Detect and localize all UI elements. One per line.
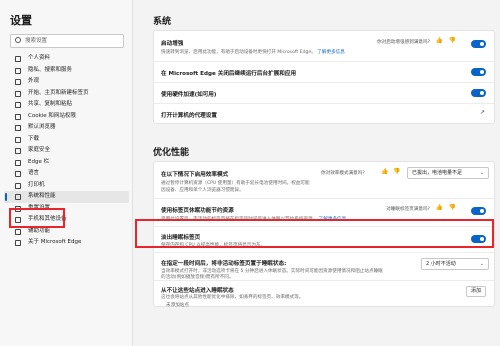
efficiency-dropdown-value: 已拔出，电池电量不足: [412, 170, 463, 176]
section-title-performance: 优化性能: [153, 148, 190, 158]
never-sleep-empty: 未添加站点: [166, 303, 189, 308]
efficiency-label: 在以下情况下启用效率模式: [161, 172, 229, 178]
sleeping-tabs-label: 使用标签页休眠功能节约资源: [161, 208, 234, 214]
sidebar-item-label: 个人资料: [28, 55, 51, 61]
external-link-icon[interactable]: ↗: [480, 109, 485, 116]
sidebar-item-share-copy[interactable]: 共享、复制和粘贴: [4, 99, 129, 111]
sidebar-item-about[interactable]: 关于 Microsoft Edge: [4, 237, 129, 249]
section-title-system: 系统: [153, 17, 172, 27]
sidebar-item-label: 开始、主页和新建标签页: [28, 89, 89, 96]
chevron-down-icon: ⌄: [479, 170, 484, 176]
sidebar-item-label: 家庭安全: [28, 147, 51, 153]
search-icon: [15, 37, 21, 43]
sidebar-item-label: Cookie 和网站权限: [28, 112, 76, 119]
sidebar-item-privacy[interactable]: 隐私、搜索和服务: [4, 65, 129, 77]
sidebar-item-default-browser[interactable]: 默认浏览器: [4, 122, 129, 134]
thumbs-down-icon[interactable]: 👎: [393, 168, 400, 175]
lock-icon: [15, 67, 21, 74]
search-placeholder: 搜索设置: [25, 38, 48, 44]
startup-boost-feedback: 你对启动增强感到满意吗?: [377, 40, 430, 45]
thumbs-down-icon[interactable]: 👎: [449, 37, 456, 44]
inactive-sleep-row: 在指定一段时间后，将非活动标签页置于睡眠状态: 当效率模式打开时，非活动选项卡将…: [154, 252, 494, 280]
settings-sidebar: 设置 搜索设置 个人资料 隐私、搜索和服务 外观 开始、主页和新建标签页 共享、…: [0, 0, 133, 346]
startup-boost-toggle[interactable]: [471, 40, 486, 48]
sidebar-item-edge-bar[interactable]: Edge 栏: [4, 157, 129, 169]
highlight-box-inactive-sleep: [135, 219, 494, 248]
startup-boost-learn-more-link[interactable]: 了解更多信息: [317, 50, 345, 55]
thumbs-up-icon[interactable]: 👍: [436, 204, 443, 211]
add-site-button[interactable]: 添加: [465, 286, 486, 297]
search-input[interactable]: 搜索设置: [10, 34, 124, 48]
sidebar-item-downloads[interactable]: 下载: [4, 134, 129, 146]
hardware-row: 使用硬件加速(如可用): [154, 82, 494, 103]
thumbs-up-icon[interactable]: 👍: [381, 168, 388, 175]
sidebar-item-start-home[interactable]: 开始、主页和新建标签页: [4, 88, 129, 100]
accessibility-icon: [15, 228, 21, 235]
sidebar-item-profile[interactable]: 个人资料: [4, 53, 129, 65]
download-icon: [15, 136, 21, 143]
sidebar-item-family[interactable]: 家庭安全: [4, 145, 129, 157]
sidebar-item-label: 系统和性能: [28, 193, 56, 199]
background-label: 在 Microsoft Edge 关闭后继续运行后台扩展和应用: [161, 71, 297, 77]
profile-icon: [15, 56, 21, 62]
thumbs-up-icon[interactable]: 👍: [436, 37, 443, 44]
sleeping-tabs-toggle[interactable]: [471, 207, 486, 215]
cookie-icon: [15, 113, 21, 120]
edge-logo-icon: [15, 240, 21, 246]
browser-icon: [15, 125, 21, 131]
never-sleep-desc: 这也会将站点从其他性能优化中排除，如丢弃的标签页、效率模式等。: [161, 295, 304, 300]
sidebar-item-label: 下载: [28, 135, 40, 142]
sidebar-item-label: 隐私、搜索和服务: [28, 66, 73, 73]
edge-bar-icon: [15, 159, 21, 166]
sidebar-item-label: 外观: [28, 78, 40, 84]
sidebar-item-system[interactable]: 系统和性能: [4, 191, 129, 203]
never-sleep-label: 从不让这些站点进入睡眠状态: [161, 288, 234, 294]
highlight-box-sidebar: [9, 208, 65, 228]
sidebar-item-appearance[interactable]: 外观: [4, 76, 129, 88]
printer-icon: [15, 182, 21, 189]
sidebar-item-languages[interactable]: 语言: [4, 168, 129, 180]
efficiency-desc-1: 通过暂停计算机资源（CPU 使用量）有助于延长电池使用时间。权益可能: [161, 181, 310, 186]
chevron-down-icon: ⌄: [479, 261, 484, 267]
inactive-sleep-dropdown-value: 2 小时不活动: [426, 261, 456, 267]
background-row: 在 Microsoft Edge 关闭后继续运行后台扩展和应用: [154, 61, 494, 82]
sidebar-item-label: 默认浏览器: [28, 124, 56, 130]
inactive-sleep-label: 在指定一段时间后，将非活动标签页置于睡眠状态:: [161, 261, 287, 267]
main-content: 系统 启动增强 快速转到浏览、启用此功能，有助于启动设备时更快打开 Micros…: [133, 0, 500, 346]
efficiency-dropdown[interactable]: 已拔出，电池电量不足 ⌄: [407, 167, 489, 179]
home-icon: [15, 90, 21, 97]
sleeping-tabs-feedback: 对睡眠标签页满意吗?: [386, 207, 430, 212]
efficiency-row: 在以下情况下启用效率模式 通过暂停计算机资源（CPU 使用量）有助于延长电池使用…: [154, 162, 494, 198]
sidebar-item-label: 关于 Microsoft Edge: [28, 239, 82, 245]
startup-boost-desc: 快速转到浏览、启用此功能，有助于启动设备时更快打开 Microsoft Edge…: [161, 50, 316, 55]
sidebar-item-label: 语言: [28, 170, 40, 176]
startup-boost-label: 启动增强: [161, 41, 184, 47]
never-sleep-row: 从不让这些站点进入睡眠状态 这也会将站点从其他性能优化中排除，如丢弃的标签页、效…: [154, 280, 494, 308]
sidebar-item-label: Edge 栏: [28, 158, 50, 165]
sidebar-item-cookies[interactable]: Cookie 和网站权限: [4, 111, 129, 123]
computer-icon: [15, 194, 21, 200]
language-icon: [15, 171, 21, 177]
family-icon: [15, 148, 21, 154]
hardware-label: 使用硬件加速(如可用): [161, 92, 217, 98]
sidebar-item-label: 共享、复制和粘贴: [28, 101, 73, 107]
background-toggle[interactable]: [471, 68, 486, 76]
startup-boost-row: 启动增强 快速转到浏览、启用此功能，有助于启动设备时更快打开 Microsoft…: [154, 31, 494, 61]
sidebar-item-label: 打印机: [28, 181, 45, 188]
efficiency-feedback: 你对效率模式满意吗?: [321, 171, 365, 176]
palette-icon: [15, 79, 21, 85]
sidebar-item-printers[interactable]: 打印机: [4, 180, 129, 192]
efficiency-desc-2: 因设备、应用和单个人浏览器习惯而异。: [161, 188, 244, 193]
proxy-label: 打开计算机的代理设置: [161, 113, 217, 119]
proxy-row[interactable]: 打开计算机的代理设置 ↗: [154, 103, 494, 124]
inactive-sleep-dropdown[interactable]: 2 小时不活动 ⌄: [421, 258, 489, 270]
hardware-toggle[interactable]: [471, 89, 486, 97]
sidebar-item-label: 辅助功能: [28, 227, 51, 234]
thumbs-down-icon[interactable]: 👎: [449, 204, 456, 211]
system-card: 启动增强 快速转到浏览、启用此功能，有助于启动设备时更快打开 Microsoft…: [153, 30, 495, 124]
settings-title: 设置: [10, 14, 32, 27]
share-icon: [15, 102, 21, 108]
